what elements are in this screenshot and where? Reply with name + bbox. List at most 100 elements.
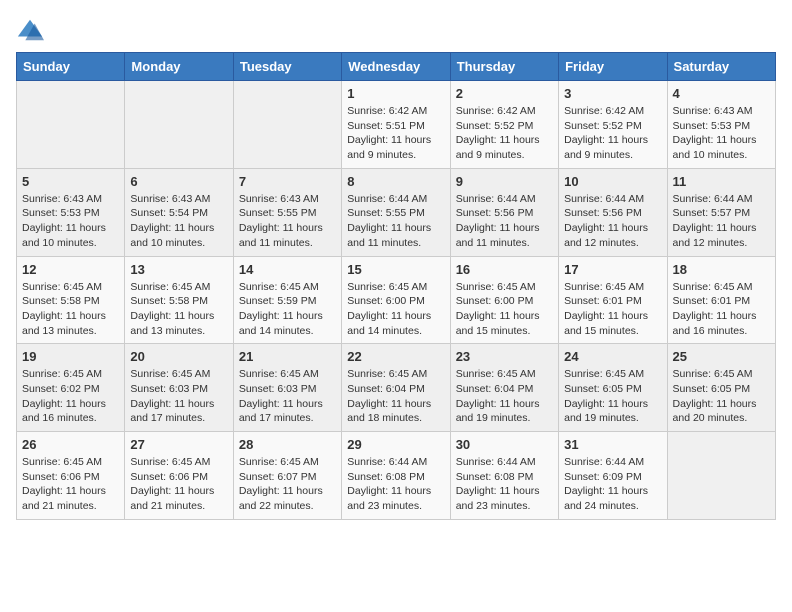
day-info: Sunrise: 6:42 AMSunset: 5:52 PMDaylight:… (564, 104, 661, 163)
day-number: 13 (130, 262, 227, 277)
day-info: Sunrise: 6:45 AMSunset: 5:59 PMDaylight:… (239, 280, 336, 339)
day-number: 2 (456, 86, 553, 101)
calendar-cell: 25 Sunrise: 6:45 AMSunset: 6:05 PMDayligh… (667, 344, 775, 432)
day-info: Sunrise: 6:45 AMSunset: 6:03 PMDaylight:… (130, 367, 227, 426)
weekday-header: Monday (125, 53, 233, 81)
logo-icon (16, 16, 44, 44)
day-info: Sunrise: 6:44 AMSunset: 6:08 PMDaylight:… (347, 455, 444, 514)
day-info: Sunrise: 6:44 AMSunset: 5:57 PMDaylight:… (673, 192, 770, 251)
day-number: 19 (22, 349, 119, 364)
calendar-cell: 9 Sunrise: 6:44 AMSunset: 5:56 PMDaylight… (450, 168, 558, 256)
calendar-cell (233, 81, 341, 169)
day-number: 6 (130, 174, 227, 189)
day-number: 26 (22, 437, 119, 452)
day-number: 30 (456, 437, 553, 452)
weekday-header: Sunday (17, 53, 125, 81)
day-number: 31 (564, 437, 661, 452)
day-info: Sunrise: 6:44 AMSunset: 6:09 PMDaylight:… (564, 455, 661, 514)
calendar-cell: 11 Sunrise: 6:44 AMSunset: 5:57 PMDayligh… (667, 168, 775, 256)
calendar-cell: 29 Sunrise: 6:44 AMSunset: 6:08 PMDayligh… (342, 432, 450, 520)
day-number: 14 (239, 262, 336, 277)
calendar-cell: 1 Sunrise: 6:42 AMSunset: 5:51 PMDaylight… (342, 81, 450, 169)
day-info: Sunrise: 6:45 AMSunset: 6:01 PMDaylight:… (564, 280, 661, 339)
day-number: 27 (130, 437, 227, 452)
day-info: Sunrise: 6:44 AMSunset: 5:55 PMDaylight:… (347, 192, 444, 251)
day-number: 4 (673, 86, 770, 101)
calendar-cell: 14 Sunrise: 6:45 AMSunset: 5:59 PMDayligh… (233, 256, 341, 344)
day-info: Sunrise: 6:43 AMSunset: 5:55 PMDaylight:… (239, 192, 336, 251)
day-info: Sunrise: 6:43 AMSunset: 5:53 PMDaylight:… (22, 192, 119, 251)
day-number: 1 (347, 86, 444, 101)
day-info: Sunrise: 6:45 AMSunset: 6:04 PMDaylight:… (456, 367, 553, 426)
page-header (16, 16, 776, 44)
day-number: 10 (564, 174, 661, 189)
weekday-header: Friday (559, 53, 667, 81)
day-number: 7 (239, 174, 336, 189)
calendar-week-row: 26 Sunrise: 6:45 AMSunset: 6:06 PMDayligh… (17, 432, 776, 520)
weekday-header: Thursday (450, 53, 558, 81)
calendar-cell: 17Sunrise: 6:45 AMSunset: 6:01 PMDayligh… (559, 256, 667, 344)
day-info: Sunrise: 6:45 AMSunset: 6:05 PMDaylight:… (673, 367, 770, 426)
day-number: 18 (673, 262, 770, 277)
calendar-cell: 13Sunrise: 6:45 AMSunset: 5:58 PMDayligh… (125, 256, 233, 344)
day-number: 8 (347, 174, 444, 189)
calendar-cell: 27Sunrise: 6:45 AMSunset: 6:06 PMDayligh… (125, 432, 233, 520)
day-number: 16 (456, 262, 553, 277)
day-info: Sunrise: 6:43 AMSunset: 5:53 PMDaylight:… (673, 104, 770, 163)
calendar-cell: 3 Sunrise: 6:42 AMSunset: 5:52 PMDaylight… (559, 81, 667, 169)
calendar-cell (125, 81, 233, 169)
calendar-cell (17, 81, 125, 169)
day-info: Sunrise: 6:45 AMSunset: 5:58 PMDaylight:… (22, 280, 119, 339)
day-info: Sunrise: 6:45 AMSunset: 6:01 PMDaylight:… (673, 280, 770, 339)
day-number: 25 (673, 349, 770, 364)
calendar-cell: 19 Sunrise: 6:45 AMSunset: 6:02 PMDayligh… (17, 344, 125, 432)
calendar-week-row: 12 Sunrise: 6:45 AMSunset: 5:58 PMDayligh… (17, 256, 776, 344)
day-number: 11 (673, 174, 770, 189)
day-info: Sunrise: 6:45 AMSunset: 6:03 PMDaylight:… (239, 367, 336, 426)
day-info: Sunrise: 6:45 AMSunset: 6:00 PMDaylight:… (456, 280, 553, 339)
day-info: Sunrise: 6:45 AMSunset: 6:02 PMDaylight:… (22, 367, 119, 426)
day-info: Sunrise: 6:43 AMSunset: 5:54 PMDaylight:… (130, 192, 227, 251)
day-number: 20 (130, 349, 227, 364)
calendar-cell: 22Sunrise: 6:45 AMSunset: 6:04 PMDayligh… (342, 344, 450, 432)
calendar-cell: 2Sunrise: 6:42 AMSunset: 5:52 PMDaylight… (450, 81, 558, 169)
day-number: 21 (239, 349, 336, 364)
calendar-cell: 15Sunrise: 6:45 AMSunset: 6:00 PMDayligh… (342, 256, 450, 344)
day-info: Sunrise: 6:45 AMSunset: 6:07 PMDaylight:… (239, 455, 336, 514)
day-number: 5 (22, 174, 119, 189)
day-number: 24 (564, 349, 661, 364)
calendar-cell: 28Sunrise: 6:45 AMSunset: 6:07 PMDayligh… (233, 432, 341, 520)
weekday-header-row: SundayMondayTuesdayWednesdayThursdayFrid… (17, 53, 776, 81)
calendar-week-row: 5 Sunrise: 6:43 AMSunset: 5:53 PMDaylight… (17, 168, 776, 256)
calendar-cell: 20 Sunrise: 6:45 AMSunset: 6:03 PMDayligh… (125, 344, 233, 432)
day-number: 12 (22, 262, 119, 277)
calendar-cell (667, 432, 775, 520)
day-number: 3 (564, 86, 661, 101)
calendar-table: SundayMondayTuesdayWednesdayThursdayFrid… (16, 52, 776, 520)
calendar-cell: 16 Sunrise: 6:45 AMSunset: 6:00 PMDayligh… (450, 256, 558, 344)
day-number: 22 (347, 349, 444, 364)
logo (16, 16, 48, 44)
day-info: Sunrise: 6:45 AMSunset: 6:05 PMDaylight:… (564, 367, 661, 426)
calendar-cell: 26 Sunrise: 6:45 AMSunset: 6:06 PMDayligh… (17, 432, 125, 520)
day-number: 29 (347, 437, 444, 452)
weekday-header: Wednesday (342, 53, 450, 81)
calendar-cell: 6 Sunrise: 6:43 AMSunset: 5:54 PMDaylight… (125, 168, 233, 256)
calendar-cell: 8 Sunrise: 6:44 AMSunset: 5:55 PMDaylight… (342, 168, 450, 256)
calendar-cell: 30Sunrise: 6:44 AMSunset: 6:08 PMDayligh… (450, 432, 558, 520)
day-info: Sunrise: 6:42 AMSunset: 5:51 PMDaylight:… (347, 104, 444, 163)
calendar-cell: 5 Sunrise: 6:43 AMSunset: 5:53 PMDaylight… (17, 168, 125, 256)
calendar-cell: 23 Sunrise: 6:45 AMSunset: 6:04 PMDayligh… (450, 344, 558, 432)
weekday-header: Tuesday (233, 53, 341, 81)
calendar-cell: 7 Sunrise: 6:43 AMSunset: 5:55 PMDaylight… (233, 168, 341, 256)
day-info: Sunrise: 6:45 AMSunset: 6:06 PMDaylight:… (22, 455, 119, 514)
day-info: Sunrise: 6:45 AMSunset: 6:00 PMDaylight:… (347, 280, 444, 339)
day-number: 23 (456, 349, 553, 364)
day-info: Sunrise: 6:44 AMSunset: 5:56 PMDaylight:… (564, 192, 661, 251)
calendar-cell: 31 Sunrise: 6:44 AMSunset: 6:09 PMDayligh… (559, 432, 667, 520)
calendar-cell: 12 Sunrise: 6:45 AMSunset: 5:58 PMDayligh… (17, 256, 125, 344)
calendar-cell: 4 Sunrise: 6:43 AMSunset: 5:53 PMDaylight… (667, 81, 775, 169)
calendar-cell: 18 Sunrise: 6:45 AMSunset: 6:01 PMDayligh… (667, 256, 775, 344)
day-number: 9 (456, 174, 553, 189)
day-info: Sunrise: 6:44 AMSunset: 5:56 PMDaylight:… (456, 192, 553, 251)
